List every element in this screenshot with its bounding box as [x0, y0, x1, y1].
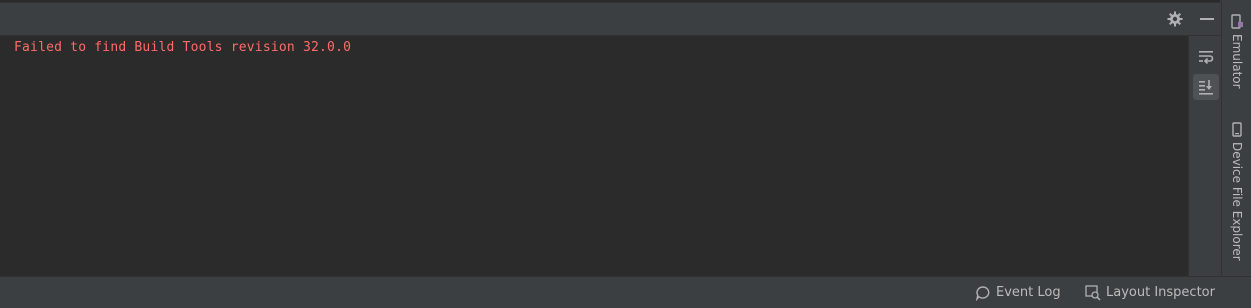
soft-wrap-button[interactable] [1193, 43, 1219, 69]
settings-button[interactable] [1162, 3, 1188, 35]
tab-device-file-explorer-label: Device File Explorer [1230, 142, 1244, 261]
layout-inspector-button[interactable]: Layout Inspector [1085, 277, 1215, 308]
status-bar: Event Log Layout Inspector [0, 276, 1251, 308]
scroll-to-end-button[interactable] [1193, 74, 1219, 100]
soft-wrap-icon [1199, 51, 1214, 64]
layout-inspector-label: Layout Inspector [1106, 285, 1215, 300]
event-log-button[interactable]: Event Log [975, 277, 1061, 308]
right-tool-strip: Emulator Device File Explorer [1221, 0, 1251, 276]
minimize-icon [1200, 18, 1214, 20]
console-output[interactable]: Failed to find Build Tools revision 32.0… [0, 36, 1188, 276]
device-icon [1232, 122, 1242, 137]
tab-emulator-label: Emulator [1230, 34, 1244, 89]
tab-device-file-explorer[interactable]: Device File Explorer [1222, 122, 1251, 261]
emulator-icon [1231, 14, 1243, 29]
balloon-icon [975, 285, 990, 301]
gear-icon [1167, 11, 1183, 27]
hide-button[interactable] [1194, 3, 1220, 35]
console-toolbar [1188, 36, 1222, 276]
layout-inspector-icon [1085, 284, 1101, 301]
tool-window-header [0, 3, 1221, 36]
tab-emulator[interactable]: Emulator [1222, 14, 1251, 89]
event-log-label: Event Log [996, 285, 1061, 300]
scroll-to-end-icon [1199, 80, 1213, 95]
console-error-line: Failed to find Build Tools revision 32.0… [14, 40, 352, 55]
